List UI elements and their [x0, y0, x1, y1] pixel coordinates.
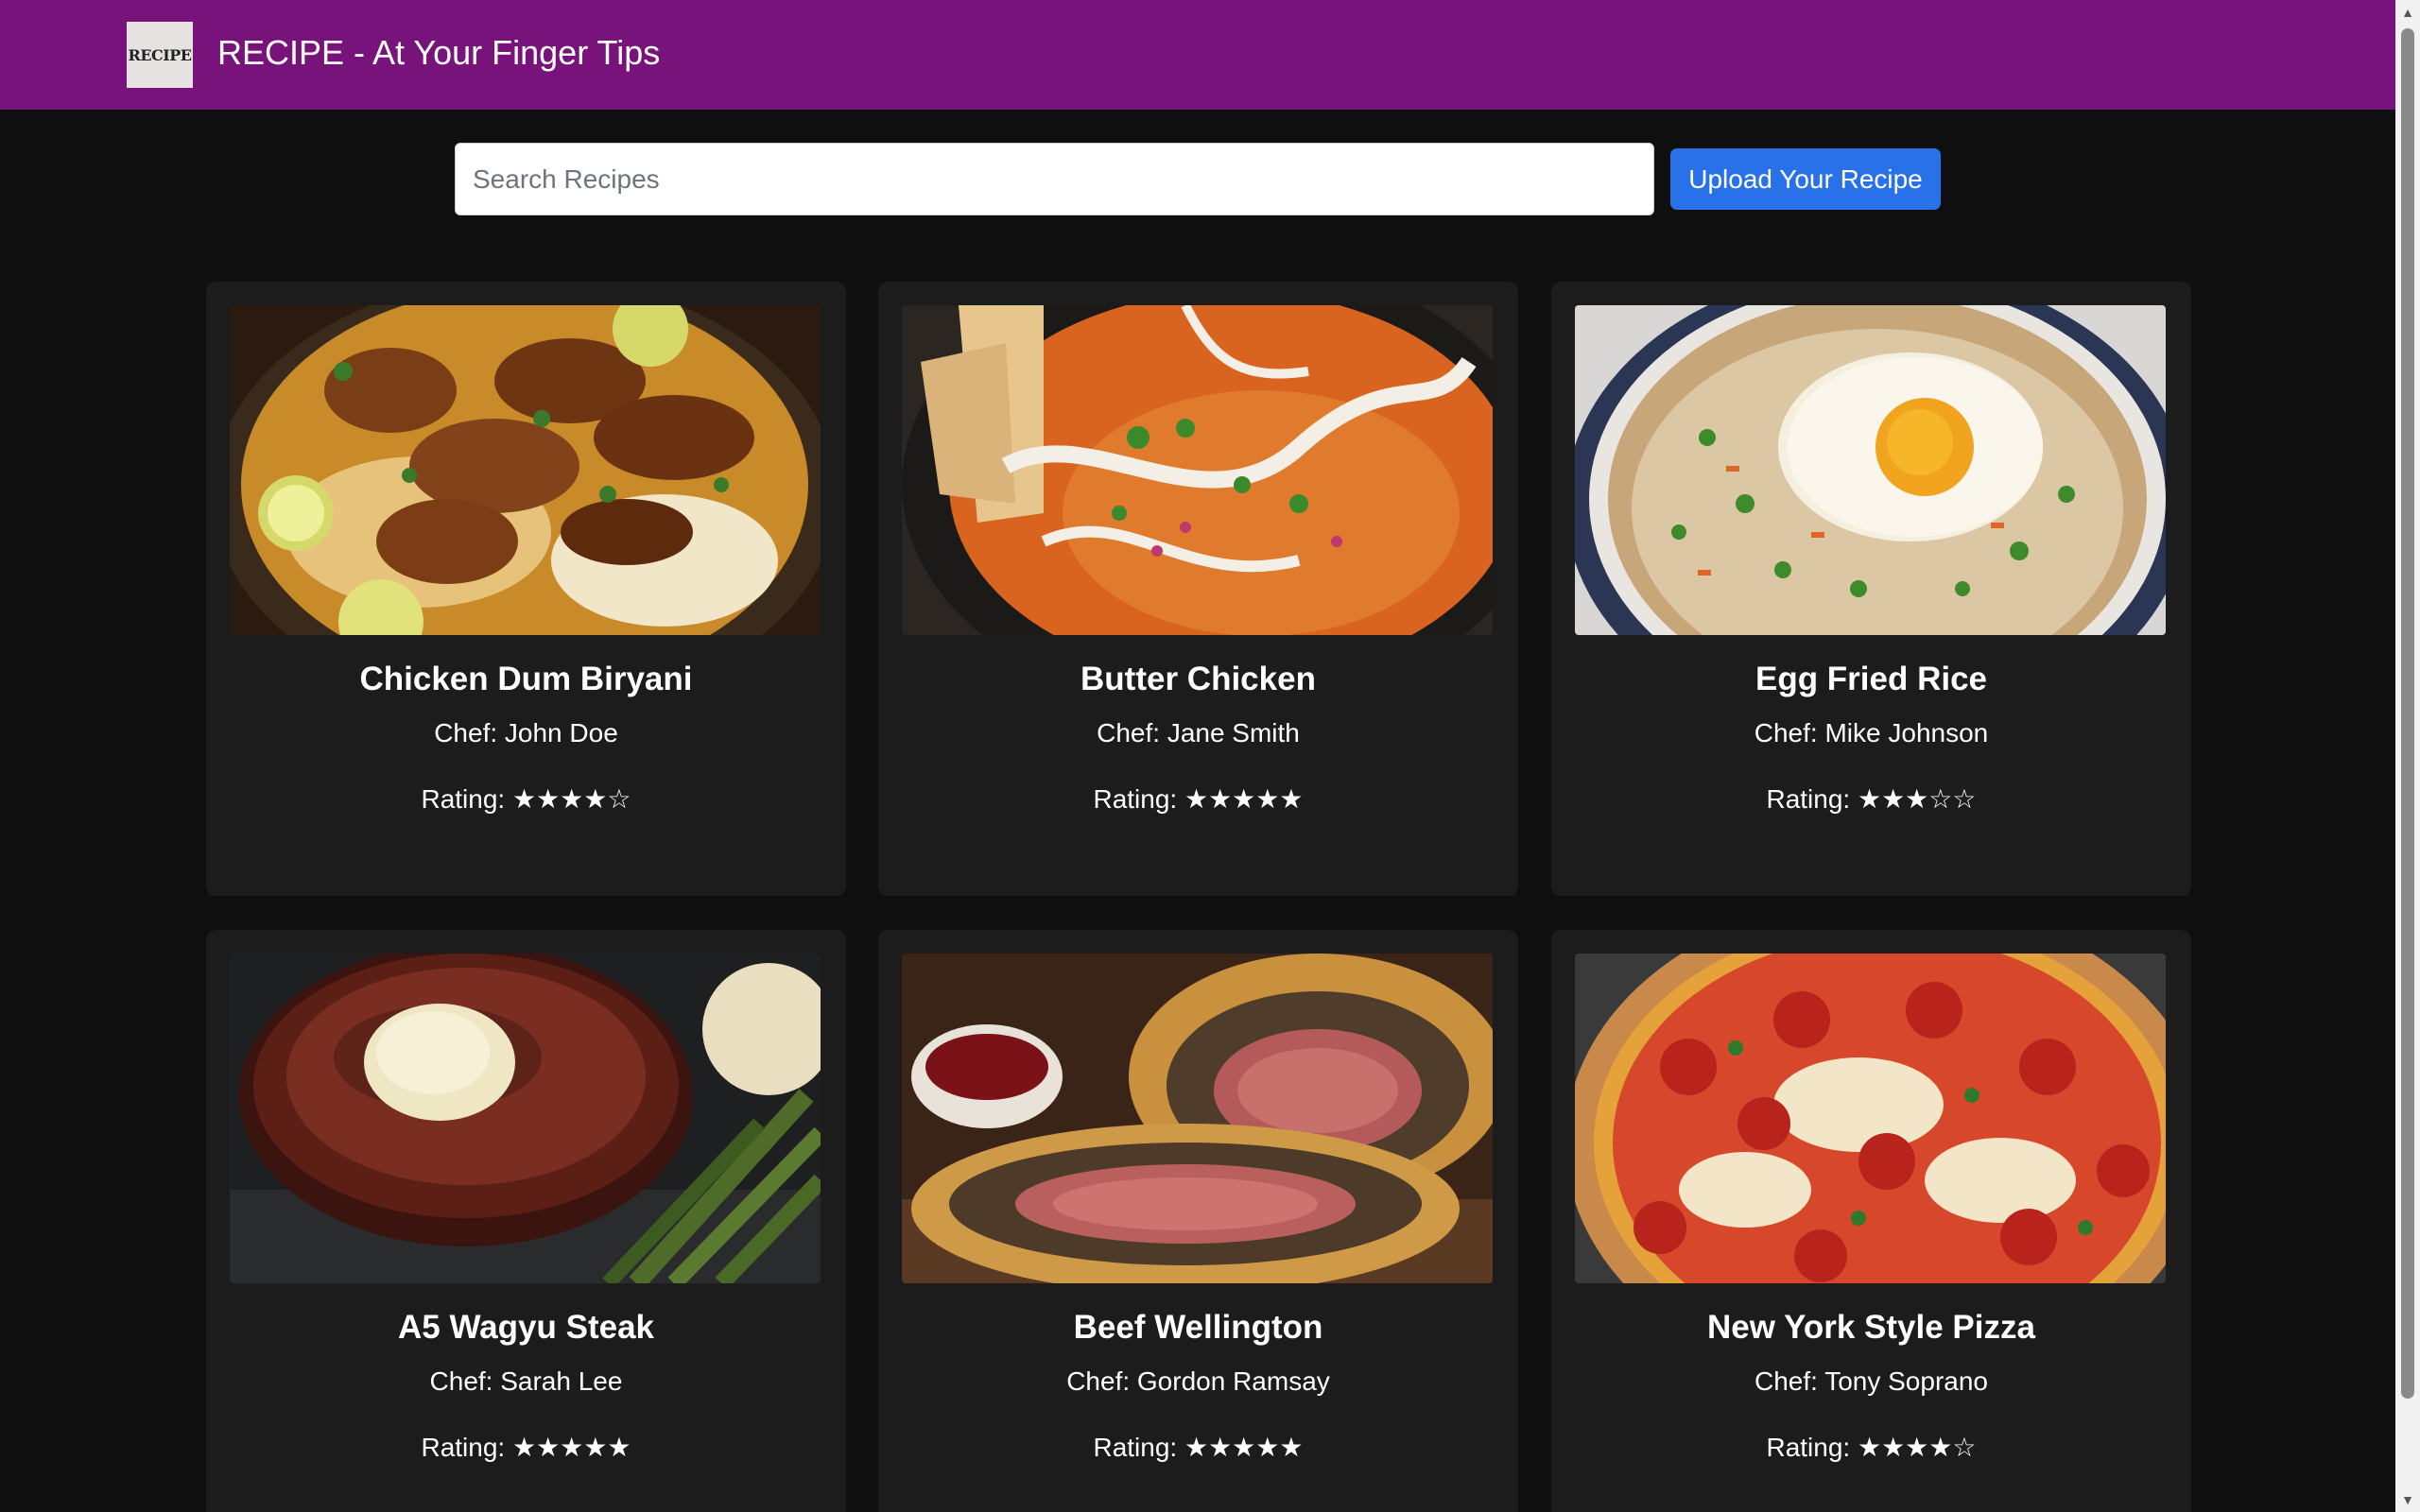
recipe-chef: Chef: Gordon Ramsay	[1066, 1366, 1330, 1396]
recipe-rating: Rating: ★★★★★	[421, 1433, 631, 1462]
butter-chicken-image	[902, 305, 1493, 635]
recipe-card[interactable]: A5 Wagyu Steak Chef: Sarah Lee Rating: ★…	[206, 930, 846, 1512]
recipe-rating: Rating: ★★★☆☆	[1766, 784, 1977, 814]
recipe-rating: Rating: ★★★★☆	[1766, 1433, 1977, 1462]
recipe-rating: Rating: ★★★★☆	[421, 784, 631, 814]
recipe-chef: Chef: Jane Smith	[1097, 718, 1300, 747]
scroll-up-arrow-icon[interactable]: ▲	[2395, 0, 2420, 25]
recipe-card[interactable]: New York Style Pizza Chef: Tony Soprano …	[1551, 930, 2191, 1512]
logo-text: RECIPE	[128, 45, 192, 64]
search-input[interactable]	[455, 143, 1654, 215]
recipe-chef: Chef: John Doe	[434, 718, 618, 747]
recipe-rating: Rating: ★★★★★	[1093, 1433, 1304, 1462]
page: RECIPE RECIPE - At Your Finger Tips Uplo…	[0, 0, 2420, 1512]
biryani-image	[230, 305, 821, 635]
top-navbar: RECIPE RECIPE - At Your Finger Tips	[0, 0, 2395, 110]
recipe-chef: Chef: Sarah Lee	[429, 1366, 623, 1396]
scroll-thumb[interactable]	[2401, 28, 2414, 1399]
recipe-chef: Chef: Mike Johnson	[1754, 718, 1989, 747]
fried-rice-image	[1575, 305, 2166, 635]
recipe-chef: Chef: Tony Soprano	[1754, 1366, 1988, 1396]
scroll-down-arrow-icon[interactable]: ▼	[2395, 1487, 2420, 1512]
recipe-card[interactable]: Egg Fried Rice Chef: Mike Johnson Rating…	[1551, 282, 2191, 896]
vertical-scrollbar[interactable]: ▲ ▼	[2395, 0, 2420, 1512]
recipe-card[interactable]: Beef Wellington Chef: Gordon Ramsay Rati…	[878, 930, 1518, 1512]
recipe-title[interactable]: Butter Chicken	[878, 656, 1518, 703]
brand-logo[interactable]: RECIPE	[127, 22, 193, 88]
steak-image	[230, 954, 821, 1283]
wellington-image	[902, 954, 1493, 1283]
brand-title[interactable]: RECIPE - At Your Finger Tips	[217, 28, 660, 77]
recipe-title[interactable]: Chicken Dum Biryani	[206, 656, 846, 703]
recipe-title[interactable]: Beef Wellington	[878, 1304, 1518, 1351]
upload-recipe-button[interactable]: Upload Your Recipe	[1670, 148, 1941, 210]
recipe-card[interactable]: Chicken Dum Biryani Chef: John Doe Ratin…	[206, 282, 846, 896]
recipe-title[interactable]: New York Style Pizza	[1551, 1304, 2191, 1351]
pizza-image	[1575, 954, 2166, 1283]
recipe-rating: Rating: ★★★★★	[1093, 784, 1304, 814]
recipe-title[interactable]: A5 Wagyu Steak	[206, 1304, 846, 1351]
recipe-title[interactable]: Egg Fried Rice	[1551, 656, 2191, 703]
recipe-card[interactable]: Butter Chicken Chef: Jane Smith Rating: …	[878, 282, 1518, 896]
